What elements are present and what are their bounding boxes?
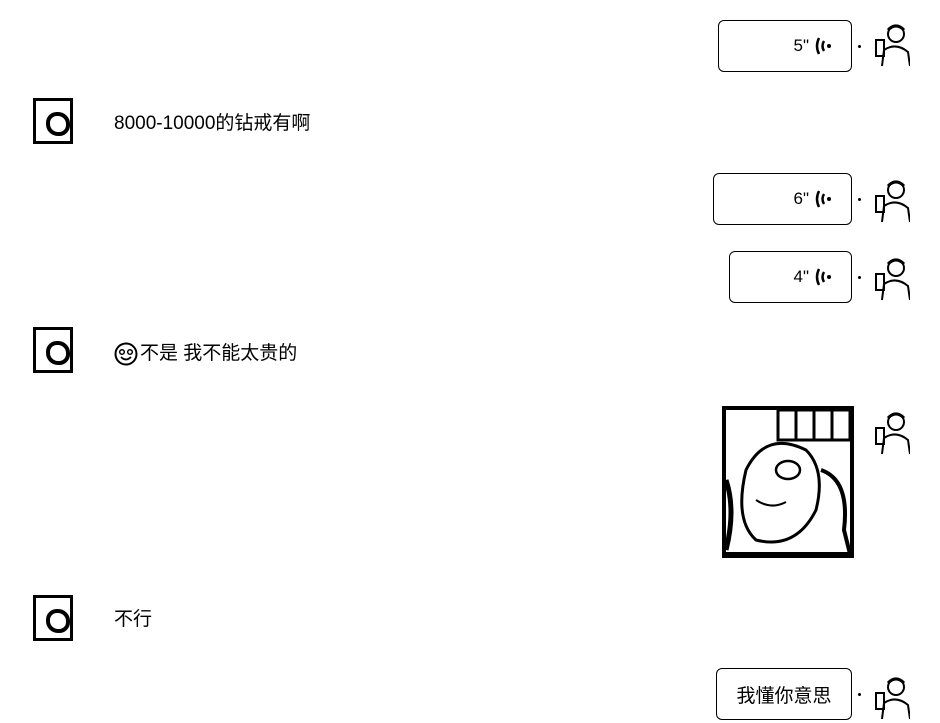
message-text: 8000-10000的钻戒有啊 [114,113,311,134]
photo-thumbnail[interactable] [722,406,854,558]
bubble-tail [858,45,861,48]
user-avatar[interactable] [874,675,910,719]
voice-duration: 4" [793,267,810,286]
voice-message-bubble[interactable]: 4" [729,251,852,303]
bubble-tail [858,198,861,201]
message-text: 不行 [114,609,153,630]
bubble-tail [858,693,861,696]
voice-wave-icon [815,268,831,286]
contact-avatar[interactable] [33,327,73,373]
smile-emoji-icon [114,342,138,366]
voice-message-bubble[interactable]: 6" [713,173,852,225]
photo-image [726,410,850,554]
contact-avatar[interactable] [33,98,73,144]
voice-wave-icon [815,37,831,55]
voice-message-bubble[interactable]: 5" [718,20,852,72]
user-avatar[interactable] [874,256,910,300]
message-text: 不是 我不能太贵的 [140,343,298,364]
contact-avatar[interactable] [33,595,73,641]
message-bubble[interactable]: 我懂你意思 [716,668,852,720]
user-avatar[interactable] [874,410,910,454]
message-text-row: 不是 我不能太贵的 [114,342,297,366]
voice-duration: 6" [793,189,810,208]
user-avatar[interactable] [874,178,910,222]
voice-duration: 5" [793,36,810,55]
voice-wave-icon [815,190,831,208]
user-avatar[interactable] [874,22,910,66]
bubble-tail [858,276,861,279]
